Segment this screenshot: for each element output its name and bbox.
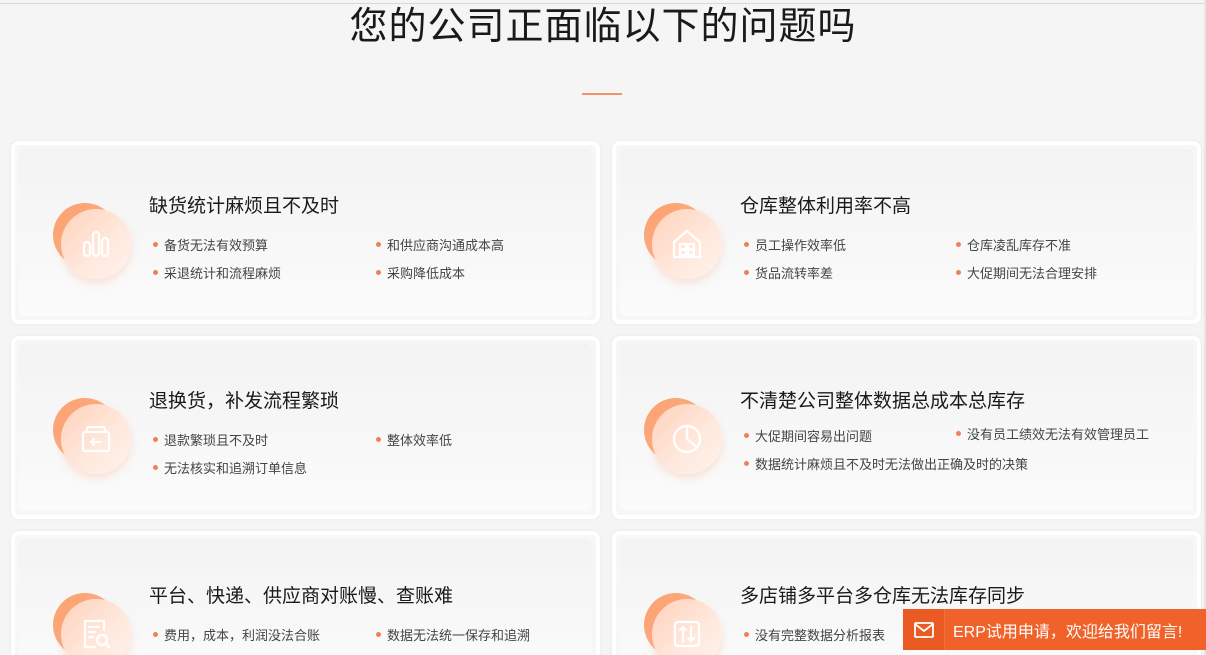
- title-underline: [582, 93, 622, 95]
- card-title: 多店铺多平台多仓库无法库存同步: [740, 585, 1026, 607]
- list-item: 没有员工绩效无法有效管理员工: [956, 427, 1149, 445]
- list-item: 数据无法统一保存和追溯: [376, 628, 530, 646]
- list-item: 采退统计和流程麻烦: [153, 266, 281, 284]
- card-title: 平台、快递、供应商对账慢、查账难: [149, 585, 454, 607]
- return-box-icon: [53, 398, 133, 478]
- list-item: 整体效率低: [376, 433, 452, 451]
- list-item: 货品流转率差: [744, 266, 833, 284]
- document-search-icon: [53, 593, 133, 655]
- list-item: 退款繁琐且不及时: [153, 433, 268, 451]
- card-title: 退换货，补发流程繁琐: [149, 390, 340, 412]
- problem-card-reconciliation[interactable]: 平台、快递、供应商对账慢、查账难 费用，成本，利润没法合账 数据无法统一保存和追…: [11, 531, 600, 655]
- list-item: 采购降低成本: [376, 266, 465, 284]
- list-item: 备货无法有效预算: [153, 238, 268, 256]
- bar-chart-icon: [53, 203, 133, 283]
- problem-card-data[interactable]: 不清楚公司整体数据总成本总库存 大促期间容易出问题 数据统计麻烦且不及时无法做出…: [612, 336, 1201, 519]
- list-item: 大促期间容易出问题: [744, 429, 872, 447]
- page-title: 您的公司正面临以下的问题吗: [349, 4, 857, 48]
- problem-card-stockout[interactable]: 缺货统计麻烦且不及时 备货无法有效预算 采退统计和流程麻烦 和供应商沟通成本高 …: [11, 141, 600, 324]
- list-item: 没有完整数据分析报表: [744, 628, 885, 646]
- warehouse-icon: [644, 203, 724, 283]
- list-item: 仓库凌乱库存不准: [956, 238, 1071, 256]
- list-item: 和供应商沟通成本高: [376, 238, 504, 256]
- card-title: 仓库整体利用率不高: [740, 195, 912, 217]
- list-item: 大促期间无法合理安排: [956, 266, 1097, 284]
- sync-arrows-icon: [644, 593, 724, 655]
- pie-chart-icon: [644, 398, 724, 478]
- card-title: 不清楚公司整体数据总成本总库存: [740, 390, 1026, 412]
- erp-trial-chat-button[interactable]: ERP试用申请，欢迎给我们留言!: [903, 609, 1206, 650]
- list-item: 员工操作效率低: [744, 238, 846, 256]
- mail-icon: [903, 609, 945, 650]
- problem-card-warehouse[interactable]: 仓库整体利用率不高 员工操作效率低 货品流转率差 仓库凌乱库存不准 大促期间无法…: [612, 141, 1201, 324]
- card-title: 缺货统计麻烦且不及时: [149, 195, 340, 217]
- chat-button-label: ERP试用申请，欢迎给我们留言!: [953, 623, 1183, 641]
- problem-card-returns[interactable]: 退换货，补发流程繁琐 退款繁琐且不及时 无法核实和追溯订单信息 整体效率低: [11, 336, 600, 519]
- list-item: 无法核实和追溯订单信息: [153, 461, 307, 479]
- list-item: 费用，成本，利润没法合账: [153, 628, 320, 646]
- list-item: 数据统计麻烦且不及时无法做出正确及时的决策: [744, 457, 1028, 475]
